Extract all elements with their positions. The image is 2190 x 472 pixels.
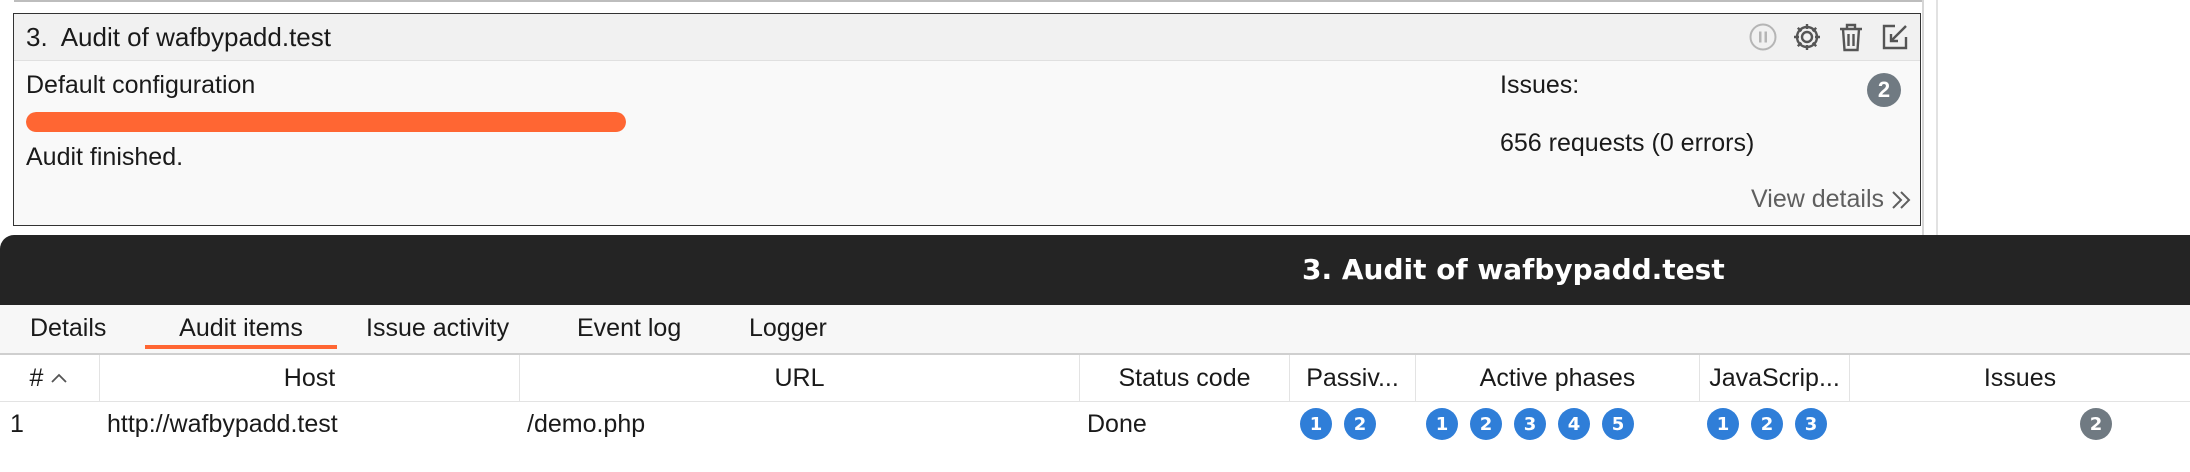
edit-icon[interactable]: [1878, 20, 1912, 54]
column-header-label: Host: [283, 363, 336, 392]
active-phase-badge: 3: [1514, 408, 1546, 440]
tab-issue-activity[interactable]: Issue activity: [366, 305, 509, 351]
column-header-label: Active phases: [1479, 363, 1636, 392]
progress-fill: [26, 112, 626, 132]
task-header: 3. Audit of wafbypadd.test: [14, 14, 1920, 61]
passive-phase-badge: 2: [1344, 408, 1376, 440]
table-row[interactable]: 1 http://wafbypadd.test /demo.php Done 1…: [0, 402, 2190, 446]
issues-count-badge: 2: [2080, 408, 2112, 440]
panel-title: 3. Audit of wafbypadd.test: [1302, 253, 1725, 286]
cell-passive: 1 2: [1300, 402, 1388, 446]
task-list-area: 3. Audit of wafbypadd.test Default confi…: [0, 0, 2190, 235]
column-header-label: Issues: [1983, 363, 2057, 392]
column-header-label: #: [29, 363, 44, 392]
tab-label: Issue activity: [366, 313, 510, 342]
task-body: Default configuration Audit finished. Is…: [14, 61, 1920, 226]
column-header-javascript[interactable]: JavaScrip...: [1700, 355, 1850, 401]
sort-ascending-icon: [51, 373, 68, 383]
panel-titlebar[interactable]: 3. Audit of wafbypadd.test: [0, 235, 2190, 305]
tab-event-log[interactable]: Event log: [577, 305, 681, 351]
table-header: # Host URL Status code Passiv... Active …: [0, 355, 2190, 402]
task-card[interactable]: 3. Audit of wafbypadd.test Default confi…: [13, 13, 1921, 226]
column-header-label: JavaScrip...: [1709, 363, 1840, 392]
active-phase-badge: 4: [1558, 408, 1590, 440]
column-header-active-phases[interactable]: Active phases: [1416, 355, 1700, 401]
column-header-number[interactable]: #: [0, 355, 100, 401]
cell-active-phases: 1 2 3 4 5: [1426, 402, 1646, 446]
view-details-label: View details: [1751, 185, 1884, 213]
tab-label: Event log: [577, 313, 682, 342]
issues-count-badge: 2: [1867, 73, 1901, 107]
requests-summary: 656 requests (0 errors): [1500, 129, 1755, 157]
tab-logger[interactable]: Logger: [749, 305, 827, 351]
cell-url: /demo.php: [527, 409, 646, 438]
tab-bar: Details Audit items Issue activity Event…: [0, 305, 2190, 355]
tab-details[interactable]: Details: [30, 305, 106, 351]
cell-number: 1: [10, 409, 24, 438]
configuration-label: Default configuration: [26, 71, 256, 99]
tab-label: Audit items: [179, 313, 303, 342]
task-title: 3. Audit of wafbypadd.test: [26, 21, 331, 52]
javascript-phase-badge: 1: [1707, 408, 1739, 440]
cell-javascript: 1 2 3: [1707, 402, 1839, 446]
tab-label: Logger: [749, 313, 827, 342]
previous-card-edge: [14, 0, 1924, 2]
view-details-link[interactable]: View details: [1751, 185, 1912, 214]
double-chevron-right-icon: [1892, 190, 1911, 209]
cell-host: http://wafbypadd.test: [107, 409, 338, 438]
javascript-phase-badge: 3: [1795, 408, 1827, 440]
gear-icon[interactable]: [1790, 20, 1824, 54]
right-divider: [1922, 0, 1924, 235]
column-header-status-code[interactable]: Status code: [1080, 355, 1290, 401]
column-header-url[interactable]: URL: [520, 355, 1080, 401]
passive-phase-badge: 1: [1300, 408, 1332, 440]
progress-bar: [26, 112, 626, 132]
right-divider-secondary: [1936, 0, 1938, 235]
task-actions: [1746, 20, 1912, 54]
pause-icon[interactable]: [1746, 20, 1780, 54]
column-header-host[interactable]: Host: [100, 355, 520, 401]
column-header-label: Status code: [1118, 363, 1251, 392]
cell-issues: 2: [2080, 402, 2112, 446]
active-phase-badge: 5: [1602, 408, 1634, 440]
tab-label: Details: [30, 313, 107, 342]
javascript-phase-badge: 2: [1751, 408, 1783, 440]
active-phase-badge: 1: [1426, 408, 1458, 440]
cell-status: Done: [1087, 409, 1147, 438]
audit-panel: 3. Audit of wafbypadd.test Details Audit…: [0, 235, 2190, 472]
active-phase-badge: 2: [1470, 408, 1502, 440]
tab-audit-items[interactable]: Audit items: [145, 305, 337, 351]
task-status: Audit finished.: [26, 143, 184, 171]
column-header-issues[interactable]: Issues: [1850, 355, 2190, 401]
issues-label: Issues:: [1500, 71, 1580, 99]
column-header-passive[interactable]: Passiv...: [1290, 355, 1416, 401]
column-header-label: URL: [774, 363, 825, 392]
trash-icon[interactable]: [1834, 20, 1868, 54]
column-header-label: Passiv...: [1306, 363, 1399, 392]
